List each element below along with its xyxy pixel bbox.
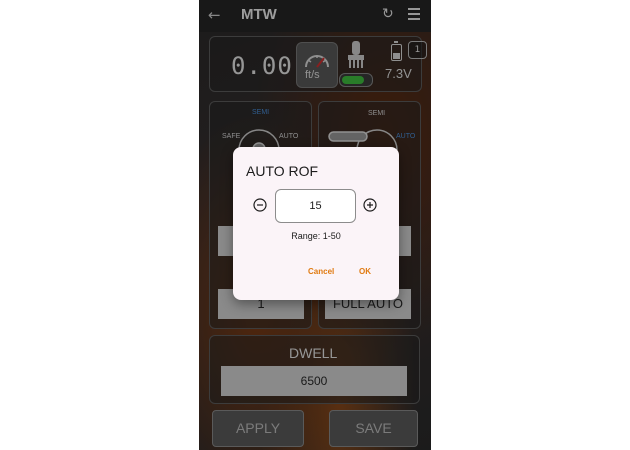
dialog-title: AUTO ROF [246, 163, 319, 179]
rof-value-input[interactable]: 15 [275, 189, 356, 223]
increment-icon[interactable] [363, 198, 377, 212]
auto-rof-dialog: AUTO ROF 15 Range: 1-50 Cancel OK [233, 147, 399, 300]
ok-button[interactable]: OK [359, 267, 371, 276]
decrement-icon[interactable] [253, 198, 267, 212]
range-hint: Range: 1-50 [291, 231, 341, 241]
cancel-button[interactable]: Cancel [308, 267, 334, 276]
